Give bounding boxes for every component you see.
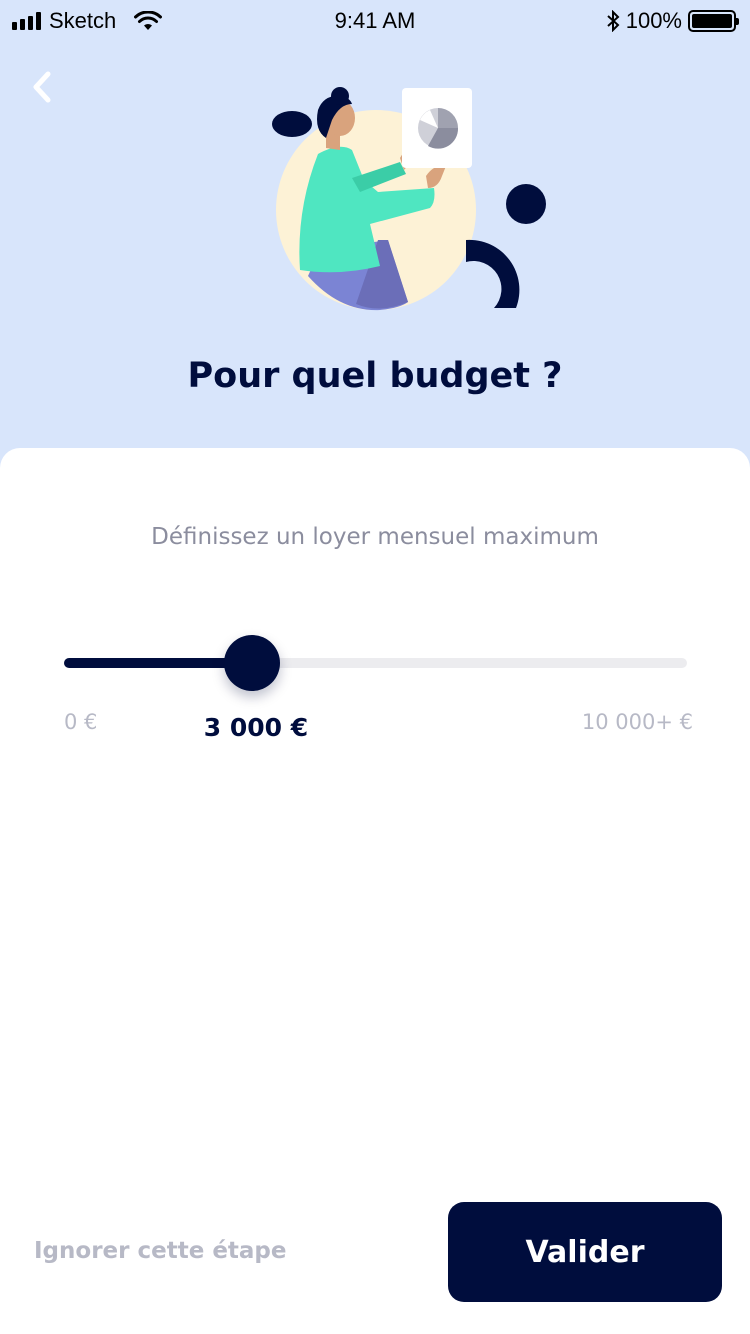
slider-min-label: 0 € xyxy=(64,710,98,734)
bluetooth-icon xyxy=(607,10,620,32)
page-title: Pour quel budget ? xyxy=(187,356,563,396)
woman-holding-chart-illustration xyxy=(272,87,546,311)
slider-max-label: 10 000+ € xyxy=(581,710,693,734)
budget-slider[interactable] xyxy=(64,635,687,691)
battery-icon xyxy=(688,10,739,32)
status-right: 100% xyxy=(606,8,739,34)
slider-value-label: 3 000 € xyxy=(203,713,309,742)
battery-percent: 100% xyxy=(625,8,682,33)
skip-step-link[interactable]: Ignorer cette étape xyxy=(34,1238,287,1264)
status-bar: Sketch 9:41 AM 100% xyxy=(0,0,750,40)
chevron-left-icon xyxy=(33,71,51,103)
slider-thumb[interactable] xyxy=(224,635,280,691)
budget-card: Définissez un loyer mensuel maximum 0 € … xyxy=(0,448,750,1334)
card-subtitle: Définissez un loyer mensuel maximum xyxy=(151,524,599,550)
validate-button[interactable]: Valider xyxy=(448,1202,722,1302)
back-button[interactable] xyxy=(26,68,62,108)
